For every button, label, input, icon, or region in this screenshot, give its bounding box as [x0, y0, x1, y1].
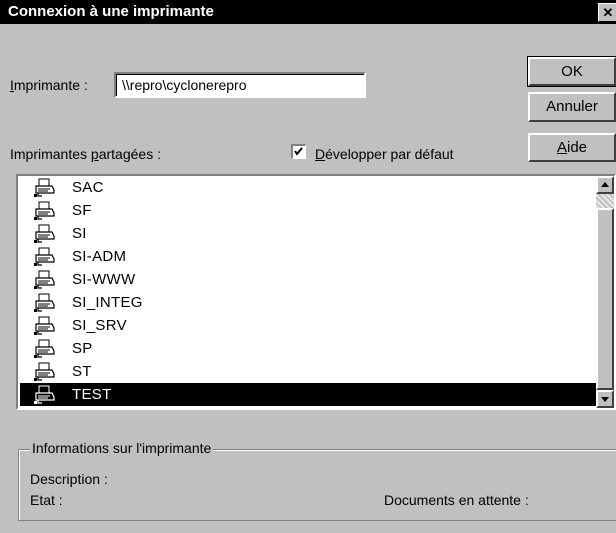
cancel-button[interactable]: Annuler — [528, 92, 616, 122]
list-item[interactable]: ST — [20, 360, 598, 383]
printer-icon — [34, 362, 55, 381]
close-icon: ✕ — [602, 5, 614, 20]
state-label: Etat : — [30, 492, 63, 508]
printer-icon — [34, 293, 55, 312]
shared-printers-list[interactable]: SAC SF SI SI-ADM SI-WWW SI_INTEG SI_SRV SP ST TES… — [16, 174, 616, 410]
list-item[interactable]: SI — [20, 222, 598, 245]
printer-icon — [34, 270, 55, 289]
close-button[interactable]: ✕ — [598, 3, 616, 22]
list-item[interactable]: SI-ADM — [20, 245, 598, 268]
printer-icon — [34, 224, 55, 243]
expand-default-label[interactable]: Développer par défaut — [315, 146, 454, 162]
printer-icon — [34, 339, 55, 358]
list-item-label: SF — [72, 202, 92, 219]
description-label: Description : — [30, 471, 108, 487]
list-item-label: SP — [72, 340, 93, 357]
printer-icon — [34, 385, 55, 404]
list-item-label: SI — [72, 225, 87, 242]
list-item-label: SI_INTEG — [72, 294, 143, 311]
scroll-up-button[interactable] — [596, 176, 614, 194]
list-item-label: SI_SRV — [72, 317, 127, 334]
shared-printers-label: Imprimantes partagées : — [10, 146, 161, 162]
list-item[interactable]: TEST — [20, 383, 598, 406]
vertical-scrollbar[interactable] — [596, 176, 614, 408]
printer-icon — [34, 201, 55, 220]
list-item-label: SAC — [72, 179, 104, 196]
printer-icon — [34, 178, 55, 197]
list-item[interactable]: SF — [20, 199, 598, 222]
printer-icon — [34, 247, 55, 266]
window-title: Connexion à une imprimante — [8, 3, 214, 20]
list-item[interactable]: SI-WWW — [20, 268, 598, 291]
printer-path-value: \\repro\cyclonerepro — [122, 77, 247, 93]
queue-label: Documents en attente : — [384, 492, 529, 508]
printer-icon — [34, 316, 55, 335]
list-item[interactable]: SP — [20, 337, 598, 360]
list-item-label: ST — [72, 363, 92, 380]
printer-label: Imprimante : — [10, 77, 88, 93]
printer-path-input[interactable]: \\repro\cyclonerepro — [114, 72, 366, 98]
scroll-down-button[interactable] — [596, 390, 614, 408]
list-item-label: SI-ADM — [72, 248, 127, 265]
list-item-label: TEST — [72, 386, 112, 403]
printer-info-title: Informations sur l'imprimante — [30, 440, 214, 456]
arrow-up-icon — [601, 182, 609, 187]
title-bar[interactable]: Connexion à une imprimante ✕ — [0, 0, 616, 24]
help-button[interactable]: Aide — [528, 133, 616, 162]
list-item[interactable]: SAC — [20, 176, 598, 199]
list-item[interactable]: SI_SRV — [20, 314, 598, 337]
expand-default-checkbox[interactable] — [291, 144, 306, 159]
checkmark-icon — [294, 147, 303, 156]
scroll-thumb[interactable] — [596, 208, 614, 390]
list-item[interactable]: SI_INTEG — [20, 291, 598, 314]
list-item-label: SI-WWW — [72, 271, 136, 288]
arrow-down-icon — [601, 397, 609, 402]
ok-button[interactable]: OK — [527, 56, 616, 87]
